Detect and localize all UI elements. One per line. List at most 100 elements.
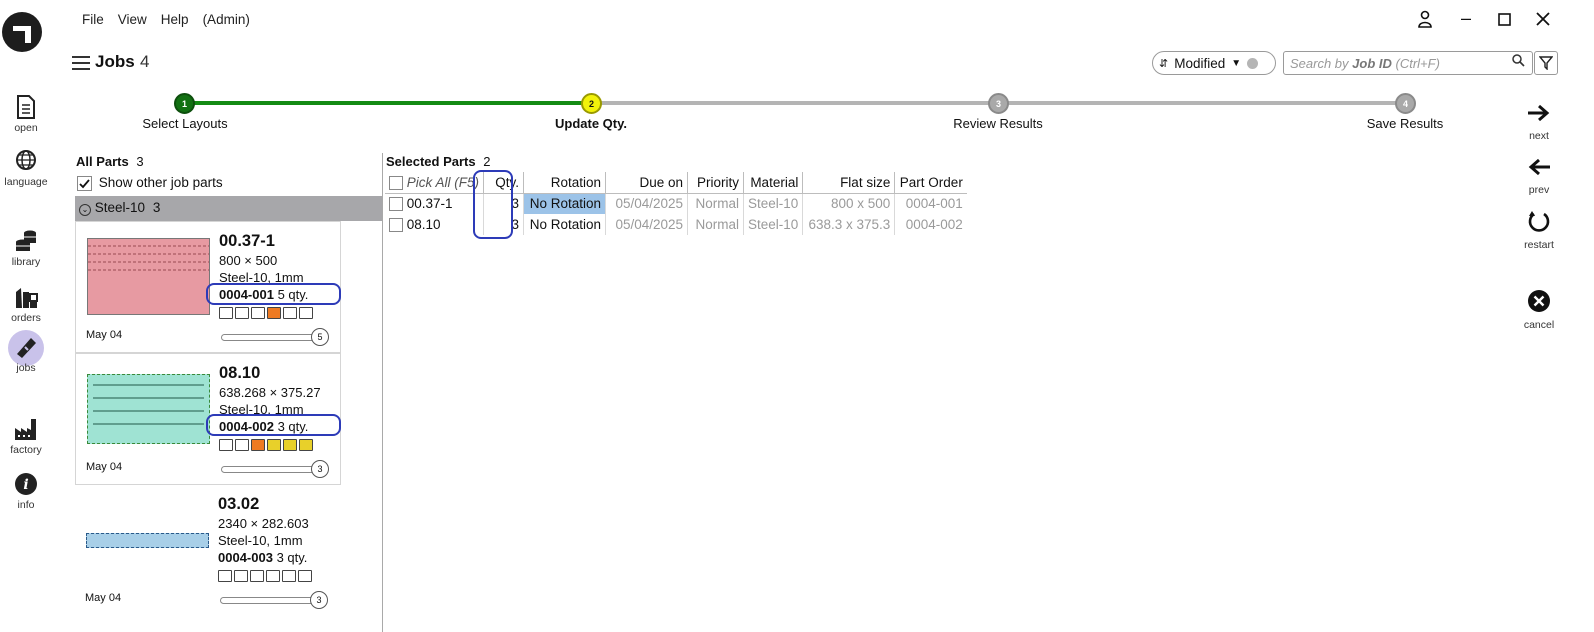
col-material[interactable]: Material bbox=[743, 172, 804, 194]
collapse-chevron-icon[interactable]: ⌄ bbox=[79, 204, 91, 216]
menu-help[interactable]: Help bbox=[161, 12, 189, 27]
selected-parts-title-text: Selected Parts bbox=[386, 154, 476, 169]
step-3-dot[interactable]: 3 bbox=[988, 93, 1009, 114]
user-icon[interactable] bbox=[1413, 10, 1437, 33]
next-button[interactable]: next bbox=[1514, 102, 1564, 142]
col-rotation[interactable]: Rotation bbox=[523, 172, 607, 194]
row-select[interactable]: 08.10 bbox=[385, 214, 485, 235]
rail-language[interactable]: language bbox=[0, 148, 52, 188]
filter-icon[interactable] bbox=[1534, 51, 1558, 75]
step-3-label[interactable]: Review Results bbox=[898, 116, 1098, 131]
rail-info[interactable]: i info bbox=[0, 471, 52, 511]
rail-orders-label: orders bbox=[11, 312, 41, 324]
restart-icon bbox=[1514, 209, 1564, 239]
row-rotation[interactable]: No Rotation bbox=[523, 214, 607, 235]
row-material: Steel-10 bbox=[743, 193, 804, 214]
part-date: May 04 bbox=[86, 461, 123, 473]
menu-view[interactable]: View bbox=[118, 12, 147, 27]
prev-label: prev bbox=[1528, 184, 1550, 196]
search-placeholder-prefix: Search by bbox=[1290, 56, 1353, 71]
row-material: Steel-10 bbox=[743, 214, 804, 235]
search-input[interactable]: Search by Job ID (Ctrl+F) bbox=[1283, 51, 1533, 75]
search-icon[interactable] bbox=[1511, 53, 1525, 70]
stepper-progress-done bbox=[184, 101, 591, 105]
restart-button[interactable]: restart bbox=[1514, 209, 1564, 251]
part-dimensions: 638.268 × 375.27 bbox=[219, 385, 321, 400]
show-other-parts-toggle[interactable]: Show other job parts bbox=[77, 175, 223, 191]
pick-all-checkbox[interactable] bbox=[389, 175, 403, 190]
row-name: 00.37-1 bbox=[406, 196, 453, 212]
bend-up-icon bbox=[299, 307, 313, 319]
part-name: 08.10 bbox=[219, 364, 261, 382]
minimize-icon[interactable]: – bbox=[1454, 8, 1478, 29]
menu-file[interactable]: File bbox=[82, 12, 104, 27]
sort-dropdown[interactable]: ⇵ Modified ▼ bbox=[1152, 51, 1276, 75]
row-due: 05/04/2025 bbox=[605, 214, 689, 235]
next-label: next bbox=[1529, 130, 1549, 142]
part-dimensions: 800 × 500 bbox=[219, 253, 278, 268]
database-icon bbox=[16, 230, 36, 251]
step-4-label[interactable]: Save Results bbox=[1305, 116, 1505, 131]
sort-value: Modified bbox=[1174, 55, 1226, 71]
row-rotation[interactable]: No Rotation bbox=[523, 193, 607, 214]
bend-down-icon bbox=[235, 307, 249, 319]
rail-jobs[interactable]: jobs bbox=[0, 334, 52, 374]
row-select[interactable]: 00.37-1 bbox=[385, 193, 485, 214]
cancel-button[interactable]: cancel bbox=[1514, 289, 1564, 331]
step-2-dot[interactable]: 2 bbox=[581, 93, 602, 114]
col-priority[interactable]: Priority bbox=[687, 172, 745, 194]
rail-language-label: language bbox=[4, 176, 48, 188]
cancel-label: cancel bbox=[1523, 319, 1555, 331]
bend-left-icon bbox=[267, 439, 281, 451]
maximize-icon[interactable] bbox=[1492, 10, 1516, 31]
rail-factory-label: factory bbox=[10, 444, 42, 456]
rail-library[interactable]: library bbox=[0, 228, 52, 268]
bend-icons bbox=[219, 439, 313, 451]
row-checkbox[interactable] bbox=[389, 218, 403, 233]
page-count: 4 bbox=[140, 52, 150, 71]
prev-button[interactable]: prev bbox=[1514, 156, 1564, 196]
svg-text:i: i bbox=[23, 477, 28, 493]
sort-direction-icon[interactable]: ⇵ bbox=[1159, 57, 1168, 70]
qty-slider-knob[interactable]: 3 bbox=[311, 460, 329, 478]
rail-factory[interactable]: factory bbox=[0, 416, 52, 456]
col-flat-size[interactable]: Flat size bbox=[802, 172, 896, 194]
step-4-dot[interactable]: 4 bbox=[1395, 93, 1416, 114]
col-part-order[interactable]: Part Order bbox=[894, 172, 967, 194]
show-other-parts-checkbox[interactable] bbox=[77, 175, 92, 191]
part-date: May 04 bbox=[86, 329, 123, 341]
clear-sort-icon[interactable] bbox=[1247, 57, 1259, 69]
bend-down-icon bbox=[235, 439, 249, 451]
all-parts-title-text: All Parts bbox=[76, 154, 129, 169]
selected-parts-title: Selected Parts 2 bbox=[386, 154, 490, 169]
step-2-label[interactable]: Update Qty. bbox=[491, 116, 691, 131]
highlight-ring bbox=[206, 414, 341, 436]
part-qty: 3 qty. bbox=[276, 550, 308, 565]
group-header-steel-10[interactable]: ⌄ Steel-10 3 bbox=[75, 196, 382, 221]
bend-left-icon bbox=[266, 570, 280, 582]
col-pick-all[interactable]: Pick All (F5) bbox=[385, 172, 485, 194]
page-title: Jobs bbox=[95, 52, 135, 71]
row-name: 08.10 bbox=[406, 216, 441, 232]
part-order-id: 0004-003 bbox=[218, 550, 273, 565]
part-card[interactable]: 03.02 2340 × 282.603 Steel-10, 1mm 0004-… bbox=[75, 485, 341, 617]
col-due-on[interactable]: Due on bbox=[605, 172, 689, 194]
qty-slider[interactable] bbox=[220, 597, 314, 604]
step-1-dot[interactable]: 1 bbox=[174, 93, 195, 114]
close-icon[interactable] bbox=[1531, 10, 1555, 31]
qty-slider-knob[interactable]: 5 bbox=[311, 328, 329, 346]
row-checkbox[interactable] bbox=[389, 197, 403, 212]
qty-slider[interactable] bbox=[221, 466, 315, 473]
rail-open[interactable]: open bbox=[0, 94, 52, 134]
qty-slider-knob[interactable]: 3 bbox=[310, 591, 328, 609]
bend-up-icon bbox=[251, 307, 265, 319]
rail-orders[interactable]: orders bbox=[0, 284, 52, 324]
all-parts-count: 3 bbox=[136, 154, 144, 169]
qty-slider[interactable] bbox=[221, 334, 315, 341]
hamburger-icon[interactable] bbox=[72, 56, 90, 70]
menu-admin[interactable]: (Admin) bbox=[203, 12, 250, 27]
bend-up-icon bbox=[283, 307, 297, 319]
bend-icons bbox=[218, 570, 312, 582]
search-placeholder-bold: Job ID bbox=[1352, 56, 1392, 71]
step-1-label[interactable]: Select Layouts bbox=[85, 116, 285, 131]
